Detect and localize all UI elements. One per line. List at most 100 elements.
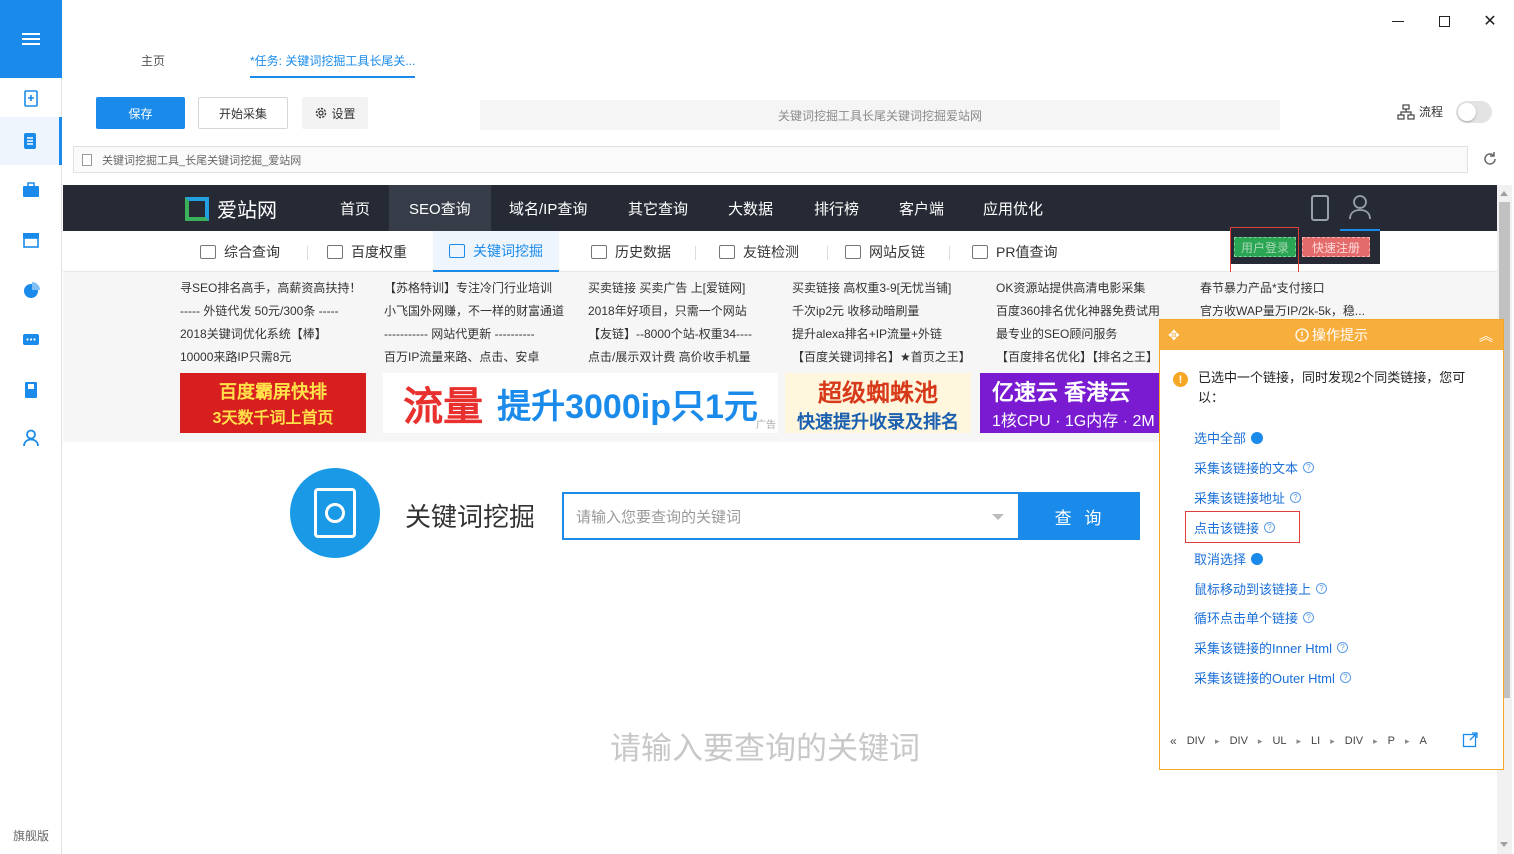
subnav-keyword-mining[interactable]: 关键词挖掘 bbox=[433, 231, 559, 272]
flow-toggle[interactable] bbox=[1456, 101, 1492, 123]
help-icon[interactable]: ? bbox=[1316, 583, 1328, 594]
subnav-baidu-weight[interactable]: 百度权重 bbox=[311, 231, 423, 272]
task-title-field[interactable]: 关键词挖掘工具长尾关键词挖掘爱站网 bbox=[480, 100, 1280, 130]
subnav-overview[interactable]: 综合查询 bbox=[184, 231, 296, 272]
keyword-search-input[interactable]: 请输入您要查询的关键词 bbox=[562, 492, 1020, 540]
ad-banner-spider[interactable]: 超级蜘蛛池 快速提升收录及排名 bbox=[785, 373, 971, 433]
help-icon[interactable]: ? bbox=[1303, 462, 1315, 473]
option-outer-html[interactable]: 采集该链接的Outer Html? bbox=[1194, 668, 1351, 687]
url-bar[interactable]: 关键词挖掘工具_长尾关键词挖掘_爱站网 bbox=[73, 146, 1468, 173]
path-node[interactable]: DIV bbox=[1345, 735, 1363, 747]
nav-item-other[interactable]: 其它查询 bbox=[608, 185, 708, 231]
move-icon[interactable]: ✥ bbox=[1168, 327, 1180, 344]
option-hover-link[interactable]: 鼠标移动到该链接上? bbox=[1194, 579, 1328, 598]
nav-item-client[interactable]: 客户端 bbox=[879, 185, 964, 231]
ad-link[interactable]: 【友链】--8000个站-权重34---- bbox=[588, 325, 778, 342]
statistics-button[interactable] bbox=[0, 266, 62, 314]
minimize-button[interactable] bbox=[1389, 12, 1407, 30]
scroll-up-icon[interactable] bbox=[1500, 191, 1508, 196]
help-icon[interactable]: ? bbox=[1290, 492, 1302, 503]
option-loop-click[interactable]: 循环点击单个链接? bbox=[1194, 608, 1315, 627]
ad-link[interactable]: ----- 外链代发 50元/300条 ----- bbox=[180, 302, 370, 319]
nav-item-rank[interactable]: 排行榜 bbox=[794, 185, 879, 231]
help-icon[interactable]: ? bbox=[1339, 672, 1351, 683]
flow-icon bbox=[1397, 103, 1415, 120]
store-button[interactable] bbox=[0, 216, 62, 264]
search-button[interactable]: 查 询 bbox=[1020, 492, 1140, 540]
account-button[interactable] bbox=[0, 414, 62, 462]
ad-link[interactable]: 春节暴力产品*支付接口 bbox=[1200, 279, 1380, 296]
ad-link[interactable]: ----------- 网站代更新 ---------- bbox=[384, 325, 574, 342]
maximize-button[interactable] bbox=[1435, 12, 1453, 30]
path-node[interactable]: P bbox=[1388, 735, 1395, 747]
subnav-friend-links[interactable]: 友链检测 bbox=[703, 231, 815, 272]
ad-link[interactable]: 【苏格特训】专注冷门行业培训 bbox=[384, 279, 574, 296]
ad-link[interactable]: OK资源站提供高清电影采集 bbox=[996, 279, 1186, 296]
site-logo[interactable]: 爱站网 bbox=[185, 194, 277, 223]
nav-item-bigdata[interactable]: 大数据 bbox=[708, 185, 793, 231]
option-collect-url[interactable]: 采集该链接地址? bbox=[1194, 488, 1302, 507]
settings-button[interactable]: 设置 bbox=[302, 97, 368, 129]
ad-link[interactable]: 点击/展示双计费 高价收手机量 bbox=[588, 348, 778, 365]
new-task-button[interactable] bbox=[0, 74, 62, 122]
subnav-pr[interactable]: PR值查询 bbox=[956, 231, 1073, 272]
ad-link[interactable]: 小飞国外网赚，不一样的财富通道 bbox=[384, 302, 574, 319]
tips-header[interactable]: 操作提示 bbox=[1160, 320, 1503, 350]
collapse-icon[interactable]: ︽ bbox=[1479, 326, 1493, 346]
ad-link[interactable]: 2018年好项目，只需一个网站 bbox=[588, 302, 778, 319]
start-collect-button[interactable]: 开始采集 bbox=[198, 97, 288, 129]
mobile-icon[interactable] bbox=[1311, 195, 1329, 221]
hamburger-icon bbox=[22, 30, 40, 48]
ad-link[interactable]: 【百度排名优化】【排名之王】 bbox=[996, 348, 1186, 365]
tab-task[interactable]: *任务: 关键词挖掘工具长尾关... bbox=[250, 52, 416, 78]
ad-link[interactable]: 买卖链接 高权重3-9[无忧当铺] bbox=[792, 279, 982, 296]
tab-home[interactable]: 主页 bbox=[141, 52, 165, 69]
subnav-backlinks[interactable]: 网站反链 bbox=[829, 231, 941, 272]
option-cancel-select[interactable]: 取消选择 bbox=[1194, 549, 1264, 568]
ad-link[interactable]: 买卖链接 买卖广告 上[爱链网] bbox=[588, 279, 778, 296]
ad-link[interactable]: 百度360排名优化神器免费试用 bbox=[996, 302, 1186, 319]
scroll-down-icon[interactable] bbox=[1500, 842, 1508, 847]
ad-link[interactable]: 百万IP流量来路、点击、安卓 bbox=[384, 348, 574, 365]
path-node[interactable]: LI bbox=[1311, 735, 1320, 747]
toolbox-button[interactable] bbox=[0, 166, 62, 214]
help-icon[interactable]: ? bbox=[1336, 642, 1348, 653]
nav-item-seo[interactable]: SEO查询 bbox=[389, 185, 491, 231]
ad-link[interactable]: 寻SEO排名高手，高薪资高扶持！ bbox=[180, 279, 370, 296]
tutorial-button[interactable] bbox=[0, 366, 62, 414]
ad-banner-baidu[interactable]: 百度霸屏快排 3天数千词上首页 bbox=[180, 373, 366, 433]
path-node[interactable]: A bbox=[1420, 735, 1427, 747]
ad-banner-yisu[interactable]: 亿速云 香港云 1核CPU · 1G内存 · 2M bbox=[980, 373, 1160, 433]
dropdown-caret-icon[interactable] bbox=[992, 514, 1004, 520]
option-collect-text[interactable]: 采集该链接的文本? bbox=[1194, 458, 1315, 477]
ad-link[interactable]: 官方收WAP量万IP/2k-5k，稳... bbox=[1200, 302, 1380, 319]
ad-link[interactable]: 千次ip2元 收移动暗刷量 bbox=[792, 302, 982, 319]
path-node[interactable]: DIV bbox=[1187, 735, 1205, 747]
path-back-icon[interactable]: « bbox=[1170, 734, 1177, 748]
refresh-icon[interactable] bbox=[1482, 151, 1498, 167]
register-link[interactable]: 快速注册 bbox=[1302, 237, 1370, 257]
ad-link[interactable]: 提升alexa排名+IP流量+外链 bbox=[792, 325, 982, 342]
nav-item-home[interactable]: 首页 bbox=[320, 185, 390, 231]
ad-link[interactable]: 10000来路IP只需8元 bbox=[180, 348, 370, 365]
history-icon bbox=[591, 244, 607, 259]
path-node[interactable]: UL bbox=[1272, 735, 1286, 747]
site-user-button[interactable] bbox=[1340, 185, 1380, 231]
menu-button[interactable] bbox=[0, 0, 62, 78]
close-button[interactable]: ✕ bbox=[1481, 12, 1499, 30]
message-button[interactable] bbox=[0, 316, 62, 364]
ad-link[interactable]: 2018关键词优化系统【棒】 bbox=[180, 325, 370, 342]
option-inner-html[interactable]: 采集该链接的Inner Html? bbox=[1194, 638, 1348, 657]
subnav-history[interactable]: 历史数据 bbox=[575, 231, 687, 272]
ad-banner-traffic[interactable]: 流量 提升3000ip只1元 广告 bbox=[383, 373, 778, 433]
nav-item-domain[interactable]: 域名/IP查询 bbox=[489, 185, 607, 231]
external-link-icon[interactable] bbox=[1462, 732, 1478, 748]
ad-link[interactable]: 最专业的SEO顾问服务 bbox=[996, 325, 1186, 342]
task-list-button[interactable] bbox=[0, 117, 62, 165]
save-button[interactable]: 保存 bbox=[96, 97, 185, 129]
path-node[interactable]: DIV bbox=[1230, 735, 1248, 747]
ad-link[interactable]: 【百度关键词排名】★首页之王】 bbox=[792, 348, 982, 365]
nav-item-app[interactable]: 应用优化 bbox=[963, 185, 1063, 231]
help-icon[interactable]: ? bbox=[1303, 612, 1315, 623]
option-select-all[interactable]: 选中全部 bbox=[1194, 428, 1264, 447]
